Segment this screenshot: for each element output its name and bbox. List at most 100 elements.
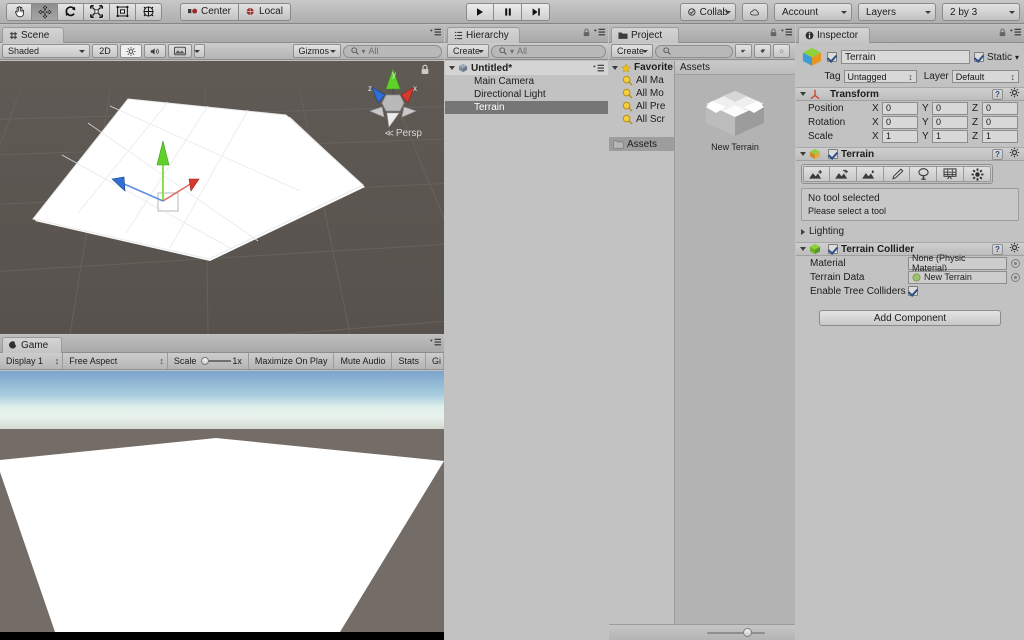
- layer-dropdown[interactable]: Default: [951, 70, 1019, 83]
- project-favorite-all-models[interactable]: All Mo: [609, 87, 674, 100]
- display-dropdown[interactable]: Display 1: [0, 353, 64, 369]
- scene-viewport[interactable]: y x z ≪ Persp: [0, 61, 444, 334]
- position-z[interactable]: Z0: [972, 101, 1018, 115]
- tab-hierarchy[interactable]: Hierarchy: [447, 27, 520, 43]
- material-object-field[interactable]: None (Physic Material): [908, 253, 1007, 273]
- panel-menu-icon[interactable]: [430, 28, 441, 37]
- scale-tool[interactable]: [84, 2, 110, 21]
- position-y[interactable]: Y0: [922, 101, 968, 115]
- scale-slider[interactable]: Scale 1x: [168, 353, 249, 369]
- terrain-enabled-checkbox[interactable]: [828, 149, 838, 159]
- lock-icon[interactable]: [998, 28, 1007, 37]
- game-gizmos-dropdown[interactable]: Gi: [426, 353, 444, 369]
- chevron-down-icon[interactable]: [800, 247, 806, 251]
- asset-zoom-knob[interactable]: [743, 627, 752, 637]
- material-picker-button[interactable]: [1011, 258, 1020, 268]
- static-checkbox[interactable]: [973, 52, 984, 62]
- pause-button[interactable]: [494, 3, 522, 21]
- layers-button[interactable]: Layers: [858, 3, 936, 21]
- maximize-on-play-toggle[interactable]: Maximize On Play: [249, 353, 335, 369]
- hierarchy-scene-row[interactable]: Untitled*: [445, 61, 608, 75]
- chevron-down-icon[interactable]: ▾: [1015, 53, 1019, 62]
- chevron-down-icon[interactable]: [800, 152, 806, 156]
- chevron-right-icon[interactable]: [801, 228, 805, 235]
- cloud-button[interactable]: [742, 3, 768, 21]
- scale-y-input[interactable]: 1: [932, 129, 968, 143]
- paint-height-icon[interactable]: [829, 166, 857, 182]
- mute-audio-toggle[interactable]: Mute Audio: [334, 353, 393, 369]
- rotation-y-input[interactable]: 0: [932, 115, 968, 129]
- tab-inspector[interactable]: Inspector: [798, 27, 870, 43]
- transform-component-header[interactable]: Transform ?: [796, 87, 1024, 101]
- project-favorite-all-materials[interactable]: All Ma: [609, 74, 674, 87]
- project-search-input[interactable]: [655, 44, 733, 58]
- rotation-y[interactable]: Y0: [922, 115, 968, 129]
- tab-project[interactable]: Project: [611, 27, 679, 43]
- terrain-data-picker-button[interactable]: [1011, 272, 1020, 282]
- raise-lower-terrain-icon[interactable]: [803, 166, 830, 182]
- favorite-button[interactable]: [773, 44, 790, 58]
- hierarchy-item-terrain[interactable]: Terrain: [445, 101, 608, 114]
- project-folder-assets[interactable]: Assets: [609, 137, 674, 151]
- lock-icon[interactable]: [582, 28, 591, 37]
- panel-menu-icon[interactable]: [594, 28, 605, 37]
- lock-icon[interactable]: [769, 28, 778, 37]
- terrain-component-header[interactable]: Terrain ?: [796, 147, 1024, 161]
- tag-dropdown[interactable]: Untagged: [843, 70, 917, 83]
- collab-button[interactable]: Collab: [680, 3, 736, 21]
- paint-details-icon[interactable]: [937, 166, 965, 182]
- hierarchy-create-button[interactable]: Create: [447, 44, 489, 58]
- scene-effects-dropdown[interactable]: [194, 44, 205, 58]
- scene-audio-toggle[interactable]: [144, 44, 166, 58]
- add-component-button[interactable]: Add Component: [819, 310, 1001, 326]
- place-trees-icon[interactable]: [910, 166, 938, 182]
- chevron-down-icon[interactable]: [800, 92, 806, 96]
- rotation-x-input[interactable]: 0: [882, 115, 918, 129]
- scene-effects-toggle[interactable]: [168, 44, 192, 58]
- shading-mode-dropdown[interactable]: Shaded: [2, 44, 90, 58]
- scene-menu-icon[interactable]: [593, 64, 604, 73]
- project-favorite-all-prefabs[interactable]: All Pre: [609, 100, 674, 113]
- position-x[interactable]: X0: [872, 101, 918, 115]
- smooth-height-icon[interactable]: [856, 166, 884, 182]
- panel-menu-icon[interactable]: [781, 28, 792, 37]
- hierarchy-item-directional-light[interactable]: Directional Light: [445, 88, 608, 101]
- project-create-button[interactable]: Create: [611, 44, 653, 58]
- transform-tool[interactable]: [136, 2, 162, 21]
- filter-by-label-button[interactable]: [754, 44, 771, 58]
- rotate-tool[interactable]: [58, 2, 84, 21]
- chevron-down-icon[interactable]: [612, 65, 618, 70]
- paint-texture-icon[interactable]: [883, 166, 911, 182]
- scale-y[interactable]: Y1: [922, 129, 968, 143]
- terrain-collider-settings-icon[interactable]: [1009, 242, 1020, 256]
- stats-toggle[interactable]: Stats: [392, 353, 426, 369]
- project-favorites-root[interactable]: Favorite: [609, 61, 674, 74]
- 2d-toggle-button[interactable]: 2D: [92, 44, 118, 58]
- rotation-z-input[interactable]: 0: [982, 115, 1018, 129]
- scale-z[interactable]: Z1: [972, 129, 1018, 143]
- step-button[interactable]: [522, 3, 550, 21]
- position-z-input[interactable]: 0: [982, 101, 1018, 115]
- scale-x[interactable]: X1: [872, 129, 918, 143]
- transform-settings-icon[interactable]: [1009, 87, 1020, 101]
- transform-help-button[interactable]: ?: [992, 88, 1003, 100]
- panel-menu-icon[interactable]: [1010, 28, 1021, 37]
- static-toggle-group[interactable]: Static ▾: [973, 52, 1019, 63]
- tree-colliders-checkbox[interactable]: [908, 286, 918, 296]
- gizmo-lock-icon[interactable]: [420, 64, 430, 78]
- move-tool[interactable]: [32, 2, 58, 21]
- gizmos-dropdown[interactable]: Gizmos: [292, 44, 341, 58]
- terrain-settings-icon[interactable]: [964, 166, 992, 182]
- terrain-help-button[interactable]: ?: [992, 148, 1003, 160]
- rotation-z[interactable]: Z0: [972, 115, 1018, 129]
- account-button[interactable]: Account: [774, 3, 852, 21]
- scale-z-input[interactable]: 1: [982, 129, 1018, 143]
- scene-orientation-gizmo[interactable]: y x z ≪ Persp: [356, 64, 430, 139]
- aspect-dropdown[interactable]: Free Aspect: [63, 353, 168, 369]
- play-button[interactable]: [466, 3, 494, 21]
- panel-menu-icon[interactable]: [430, 338, 441, 347]
- rect-tool[interactable]: [110, 2, 136, 21]
- filter-by-type-button[interactable]: [735, 44, 752, 58]
- tab-game[interactable]: Game: [2, 337, 62, 353]
- pivot-rotation-button[interactable]: Local: [239, 2, 291, 21]
